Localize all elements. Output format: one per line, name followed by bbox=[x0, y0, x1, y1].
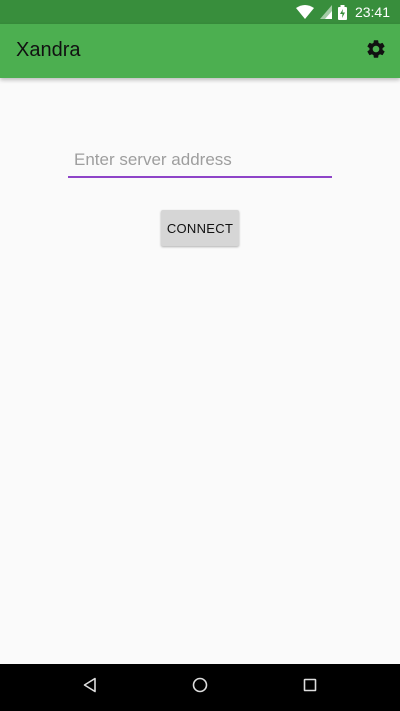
settings-button[interactable] bbox=[364, 39, 388, 63]
cell-signal-icon bbox=[319, 5, 332, 19]
status-bar: 23:41 bbox=[0, 0, 400, 24]
gear-icon bbox=[365, 38, 387, 65]
app-title: Xandra bbox=[16, 39, 81, 61]
navigation-bar bbox=[0, 664, 400, 711]
connect-button[interactable]: CONNECT bbox=[161, 210, 239, 246]
status-time: 23:41 bbox=[354, 4, 390, 20]
back-icon bbox=[82, 677, 98, 698]
back-button[interactable] bbox=[78, 675, 102, 699]
status-icons: 23:41 bbox=[295, 0, 390, 24]
recents-button[interactable] bbox=[298, 675, 322, 699]
connect-button-label: CONNECT bbox=[166, 220, 234, 236]
server-address-input[interactable] bbox=[68, 148, 332, 178]
home-button[interactable] bbox=[188, 675, 212, 699]
app-bar: Xandra bbox=[0, 24, 400, 78]
recents-icon bbox=[303, 678, 317, 697]
wifi-icon bbox=[295, 5, 314, 19]
home-icon bbox=[191, 676, 209, 699]
battery-charging-icon bbox=[337, 4, 347, 20]
